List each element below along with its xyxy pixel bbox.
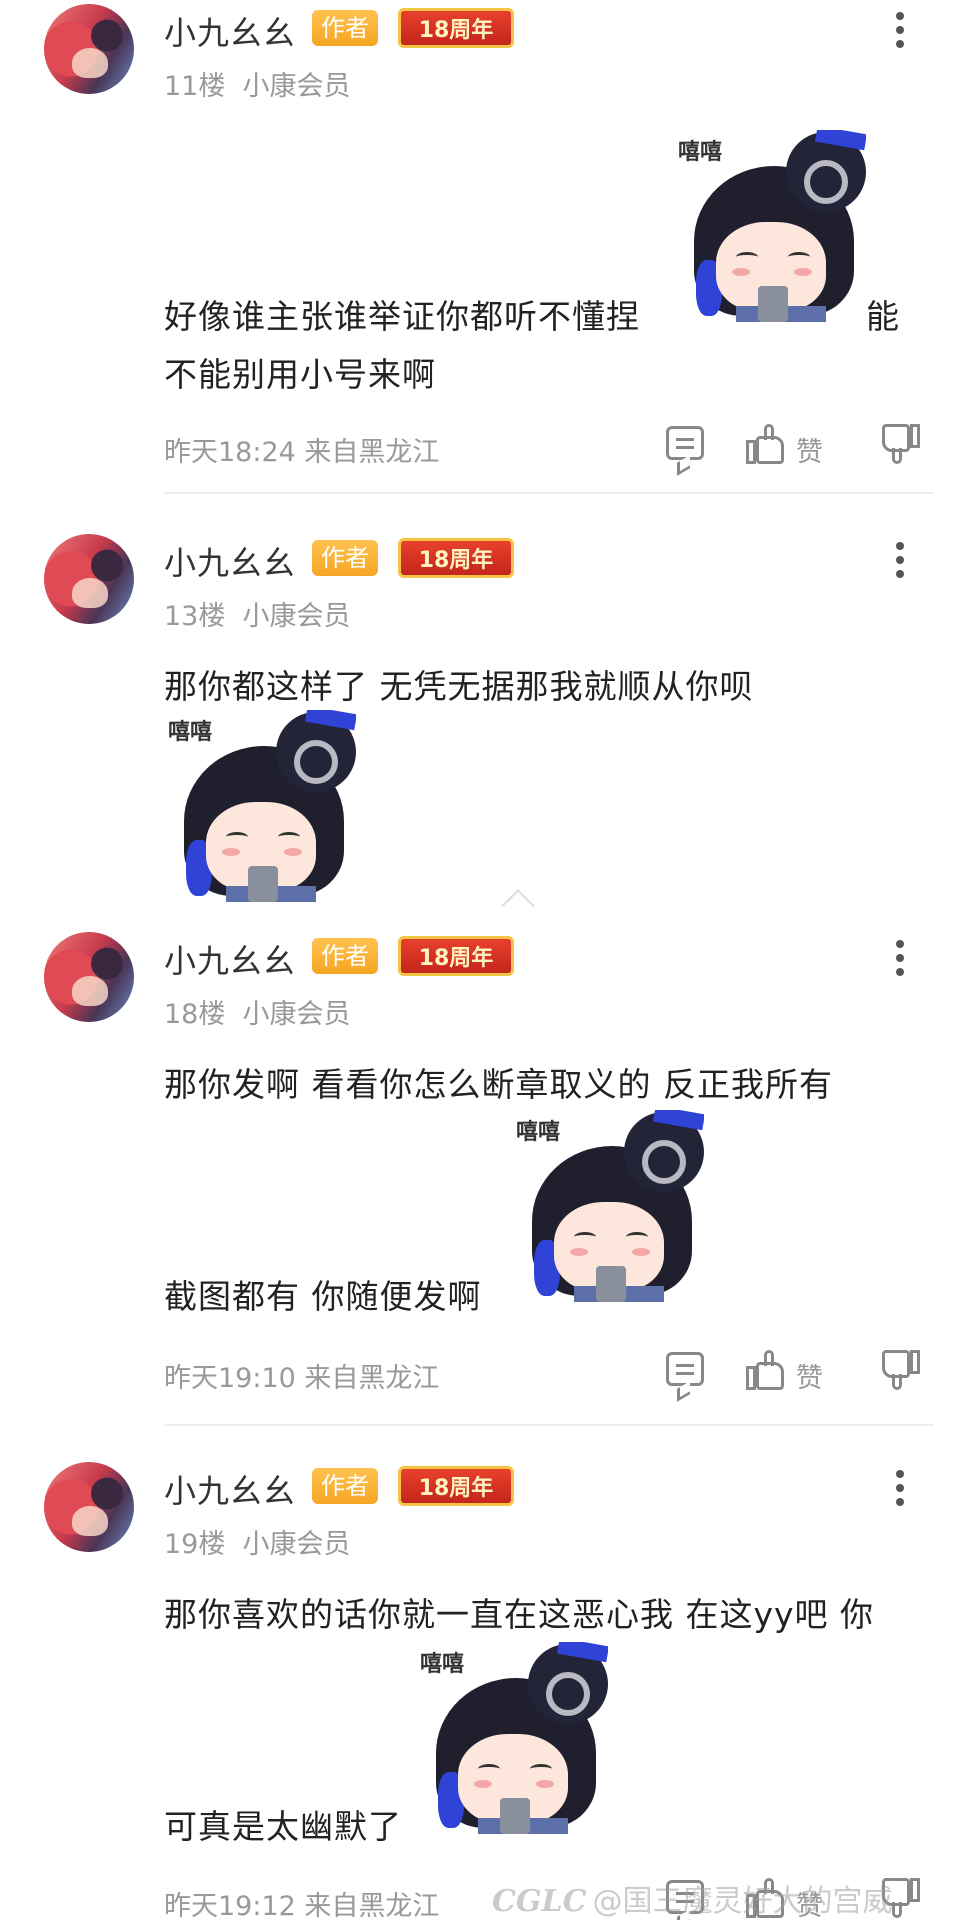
avatar[interactable] — [44, 534, 134, 624]
avatar[interactable] — [44, 4, 134, 94]
username[interactable]: 小九幺幺 — [164, 936, 296, 982]
comment-text-line: 可真是太幽默了 — [164, 1807, 402, 1846]
username[interactable]: 小九幺幺 — [164, 1466, 296, 1512]
author-badge: 作者 — [312, 10, 378, 46]
member-label: 小康会员 — [242, 999, 351, 1030]
member-label: 小康会员 — [242, 601, 351, 632]
member-label: 小康会员 — [242, 71, 351, 102]
more-vert-icon[interactable] — [890, 938, 910, 982]
author-badge: 作者 — [312, 938, 378, 974]
author-badge: 作者 — [312, 1468, 378, 1504]
floor-number: 11楼 — [164, 71, 226, 102]
sticker-image: 嘻嘻 — [418, 1642, 608, 1834]
anniversary-badge: 18周年 — [398, 8, 514, 48]
action-bar: 昨天18:24 来自黑龙江 赞 — [0, 424, 972, 474]
divider — [164, 1424, 934, 1426]
comment-text-line: 不能别用小号来啊 — [164, 355, 436, 394]
thumb-up-icon[interactable] — [746, 1350, 786, 1390]
avatar[interactable] — [44, 1462, 134, 1552]
floor-number: 18楼 — [164, 999, 226, 1030]
floor-number: 19楼 — [164, 1529, 226, 1560]
watermark: CGLC @国三魔灵好大的宫威 — [492, 1876, 892, 1920]
avatar[interactable] — [44, 932, 134, 1022]
collapse-caret[interactable] — [470, 890, 570, 914]
sticker-image: 嘻嘻 — [166, 710, 356, 902]
divider — [164, 492, 934, 494]
more-vert-icon[interactable] — [890, 540, 910, 584]
more-vert-icon[interactable] — [890, 10, 910, 54]
sticker-label: 嘻嘻 — [420, 1652, 465, 1677]
floor-number: 13楼 — [164, 601, 226, 632]
username[interactable]: 小九幺幺 — [164, 8, 296, 54]
watermark-logo: CGLC — [492, 1884, 587, 1919]
thumb-down-icon[interactable] — [880, 1350, 920, 1390]
timestamp: 昨天19:12 来自黑龙江 — [164, 1891, 440, 1920]
comment-text-line: 截图都有 你随便发啊 — [164, 1277, 482, 1316]
author-badge: 作者 — [312, 540, 378, 576]
comment-post: 小九幺幺 作者 18周年 13楼 小康会员 那你都这样了 无凭无据那我就顺从你呗… — [0, 530, 972, 910]
comment-text-line: 那你发啊 看看你怎么断章取义的 反正我所有 — [164, 1065, 833, 1104]
username[interactable]: 小九幺幺 — [164, 538, 296, 584]
sticker-image: 嘻嘻 — [676, 130, 866, 322]
sticker-label: 嘻嘻 — [168, 720, 213, 745]
comment-text-line: 好像谁主张谁举证你都听不懂捏 — [164, 297, 640, 336]
comment-text-line: 那你喜欢的话你就一直在这恶心我 在这yy吧 你 — [164, 1595, 875, 1634]
comment-text-line: 那你都这样了 无凭无据那我就顺从你呗 — [164, 667, 754, 706]
floor-meta: 19楼 小康会员 — [164, 1522, 351, 1561]
anniversary-badge: 18周年 — [398, 1466, 514, 1506]
watermark-text: @国三魔灵好大的宫威 — [592, 1884, 893, 1919]
anniversary-badge: 18周年 — [398, 936, 514, 976]
comment-post: 小九幺幺 作者 18周年 18楼 小康会员 那你发啊 看看你怎么断章取义的 反正… — [0, 928, 972, 1423]
anniversary-badge: 18周年 — [398, 538, 514, 578]
more-vert-icon[interactable] — [890, 1468, 910, 1512]
like-label[interactable]: 赞 — [796, 430, 823, 469]
comment-icon[interactable] — [666, 426, 704, 460]
floor-meta: 18楼 小康会员 — [164, 992, 351, 1031]
timestamp: 昨天18:24 来自黑龙江 — [164, 437, 440, 468]
comment-post: 小九幺幺 作者 18周年 11楼 小康会员 嘻嘻 好像谁主张谁举证你都听不懂捏 … — [0, 0, 972, 495]
sticker-image: 嘻嘻 — [514, 1110, 704, 1302]
comment-icon[interactable] — [666, 1352, 704, 1386]
sticker-label: 嘻嘻 — [516, 1120, 561, 1145]
like-label[interactable]: 赞 — [796, 1356, 823, 1395]
sticker-label: 嘻嘻 — [678, 140, 723, 165]
comment-text-line: 能 — [866, 297, 900, 336]
member-label: 小康会员 — [242, 1529, 351, 1560]
action-bar: 昨天19:10 来自黑龙江 赞 — [0, 1350, 972, 1400]
comment-post: 小九幺幺 作者 18周年 19楼 小康会员 那你喜欢的话你就一直在这恶心我 在这… — [0, 1458, 972, 1920]
floor-meta: 13楼 小康会员 — [164, 594, 351, 633]
thumb-up-icon[interactable] — [746, 424, 786, 464]
floor-meta: 11楼 小康会员 — [164, 64, 351, 103]
thumb-down-icon[interactable] — [880, 424, 920, 464]
timestamp: 昨天19:10 来自黑龙江 — [164, 1363, 440, 1394]
